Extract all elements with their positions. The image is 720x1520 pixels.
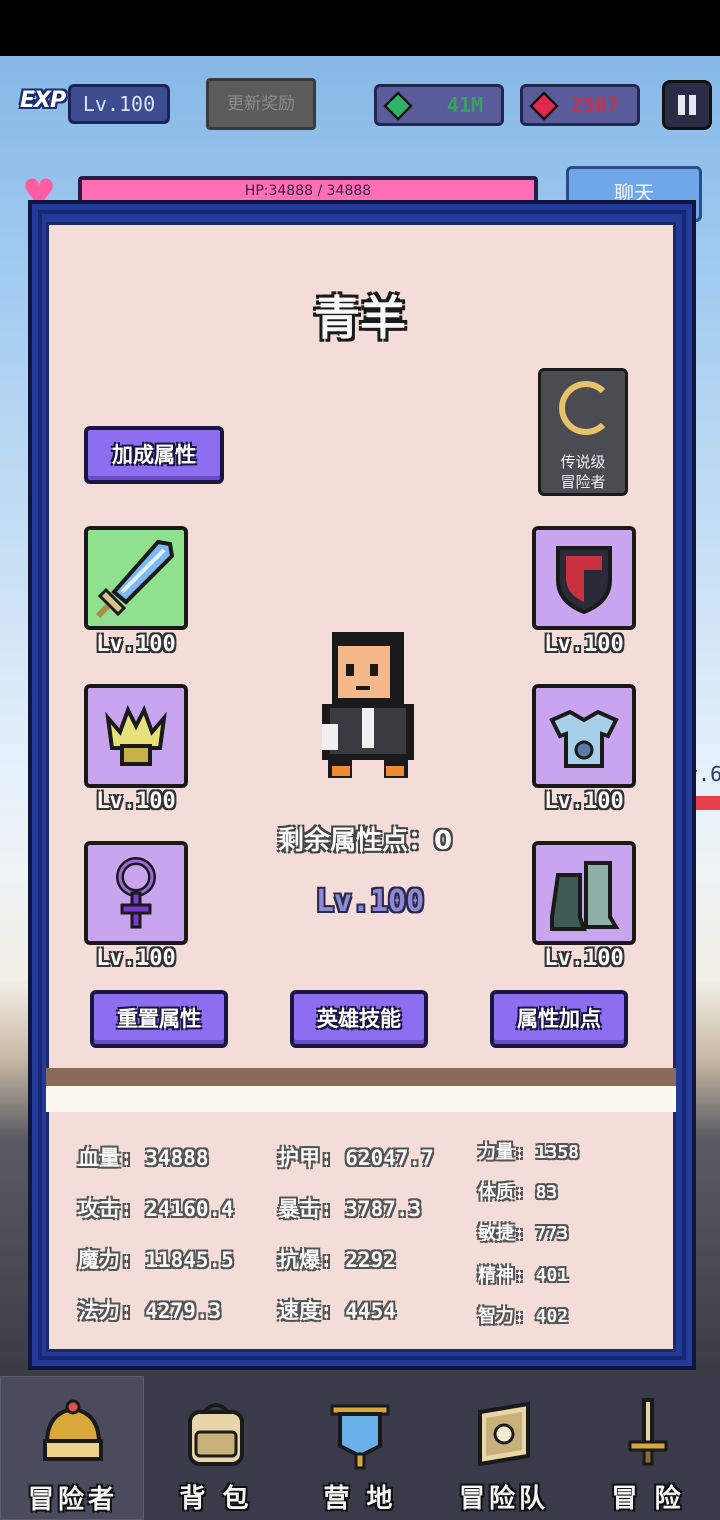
stat-attack: 攻击: 24160.4 — [78, 1197, 234, 1221]
remaining-attribute-points: 剩余属性点：0 — [277, 826, 453, 856]
amulet-icon — [116, 857, 156, 929]
add-attribute-points-button[interactable]: 属性加点 — [490, 990, 628, 1048]
nav-camp-label: 营 地 — [323, 1484, 397, 1514]
boots-slot[interactable] — [532, 841, 636, 945]
accessory-level: Lv.100 — [96, 946, 176, 971]
stat-magic: 魔力: 11845.5 — [78, 1248, 234, 1272]
hero-sprite — [322, 632, 414, 778]
red-gem-value: 2507 — [570, 93, 619, 117]
armor-slot[interactable] — [532, 684, 636, 788]
nav-backpack[interactable]: 背 包 — [144, 1376, 288, 1520]
helmet-icon — [105, 704, 167, 766]
sword-icon — [95, 539, 175, 619]
adventurer-helmet-icon — [43, 1399, 103, 1461]
stat-strength: 力量: 1358 — [478, 1142, 580, 1163]
stat-hp: 血量: 34888 — [78, 1146, 209, 1170]
rank-badge[interactable]: 传说级 冒险者 — [538, 368, 628, 496]
shield-level: Lv.100 — [544, 632, 624, 657]
stat-armor: 护甲: 62047.7 — [278, 1146, 434, 1170]
side-health-bar — [692, 796, 720, 810]
update-reward-button[interactable]: 更新奖励 — [206, 78, 316, 130]
nav-adventurer[interactable]: 冒险者 — [0, 1376, 144, 1520]
adventure-sword-icon — [628, 1398, 668, 1466]
hero-level: Lv.100 — [315, 884, 425, 919]
red-gem-icon — [529, 91, 559, 121]
rank-line-1: 传说级 — [560, 453, 606, 471]
nav-adventure[interactable]: 冒 险 — [576, 1376, 720, 1520]
armor-level: Lv.100 — [544, 789, 624, 814]
hero-skills-button[interactable]: 英雄技能 — [290, 990, 428, 1048]
bonus-attributes-button[interactable]: 加成属性 — [84, 426, 224, 484]
weapon-level: Lv.100 — [96, 632, 176, 657]
stat-speed: 速度: 4454 — [278, 1299, 396, 1323]
stat-constitution: 体质: 83 — [478, 1182, 558, 1203]
nav-camp[interactable]: 营 地 — [288, 1376, 432, 1520]
red-gem-counter: 2507 — [520, 84, 640, 126]
panel-divider — [46, 1068, 676, 1088]
stat-spirit: 精神: 401 — [478, 1265, 569, 1286]
nav-backpack-label: 背 包 — [179, 1484, 253, 1514]
player-level: Lv.100 — [68, 84, 170, 124]
shield-icon — [556, 546, 612, 615]
camp-banner-icon — [330, 1404, 390, 1470]
armor-icon — [549, 709, 619, 768]
helmet-level: Lv.100 — [96, 789, 176, 814]
weapon-slot[interactable] — [84, 526, 188, 630]
stat-crit: 暴击: 3787.3 — [278, 1197, 422, 1221]
team-book-icon — [478, 1401, 530, 1467]
green-gem-value: 41M — [446, 93, 483, 117]
green-gem-counter: 41M — [374, 84, 504, 126]
accessory-slot[interactable] — [84, 841, 188, 945]
boots-level: Lv.100 — [544, 946, 624, 971]
pause-button[interactable] — [662, 80, 712, 130]
boots-icon — [550, 861, 620, 931]
reset-attributes-button[interactable]: 重置属性 — [90, 990, 228, 1048]
legendary-emblem-icon — [559, 381, 613, 435]
stat-mana: 法力: 4279.3 — [78, 1299, 222, 1323]
hero-name: 青羊 — [314, 291, 406, 345]
stat-crit-resist: 抗爆: 2292 — [278, 1248, 396, 1272]
shield-slot[interactable] — [532, 526, 636, 630]
green-gem-icon — [383, 91, 413, 121]
nav-team[interactable]: 冒险队 — [432, 1376, 576, 1520]
panel-divider-light — [46, 1086, 676, 1114]
status-bar — [0, 0, 720, 56]
backpack-icon — [188, 1403, 244, 1466]
nav-adventure-label: 冒 险 — [611, 1484, 685, 1514]
nav-team-label: 冒险队 — [458, 1484, 549, 1514]
helmet-slot[interactable] — [84, 684, 188, 788]
stat-intelligence: 智力: 402 — [478, 1306, 569, 1327]
bottom-nav: 冒险者 背 包 营 地 冒险队 冒 险 — [0, 1376, 720, 1520]
stat-agility: 敏捷: 773 — [478, 1223, 569, 1244]
nav-adventurer-label: 冒险者 — [27, 1485, 118, 1515]
rank-line-2: 冒险者 — [560, 473, 606, 491]
